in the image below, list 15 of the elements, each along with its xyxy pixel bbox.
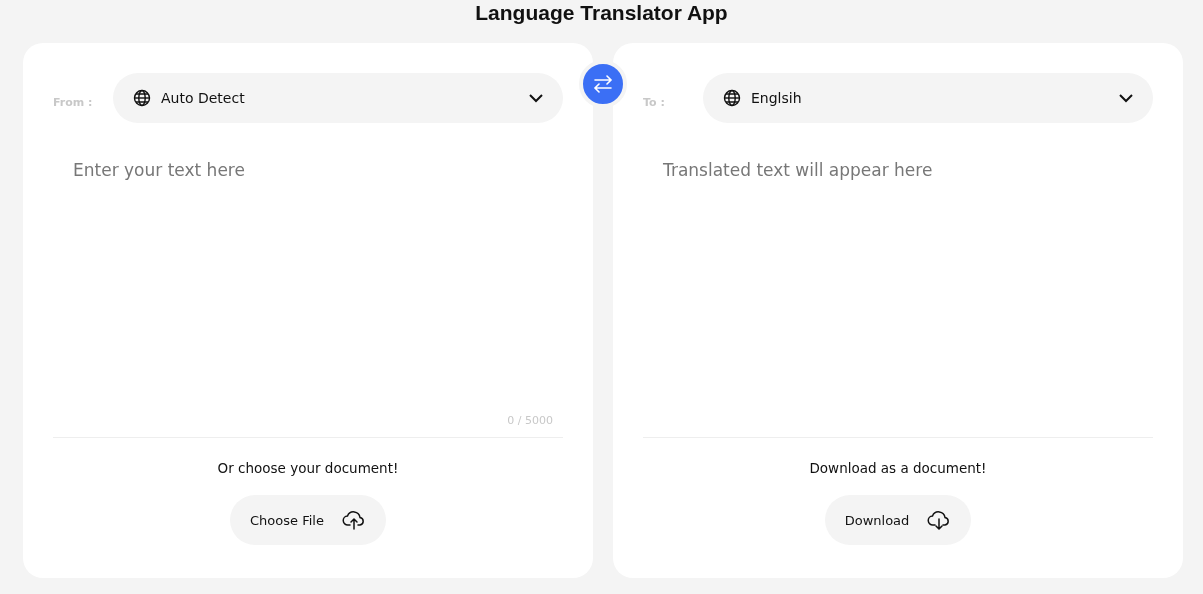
cloud-download-icon	[927, 510, 952, 530]
text-input[interactable]: Enter your text here	[53, 150, 563, 405]
chevron-down-icon	[1119, 93, 1133, 103]
globe-icon	[133, 89, 151, 107]
chevron-down-icon	[529, 93, 543, 103]
swap-arrows-icon	[593, 75, 613, 93]
choose-file-button[interactable]: Choose File	[230, 495, 386, 545]
globe-icon	[723, 89, 741, 107]
document-prompt: Or choose your document!	[217, 460, 399, 476]
download-button[interactable]: Download	[824, 495, 972, 545]
language-select[interactable]: Englsih	[703, 73, 1153, 123]
app-title: Language Translator App	[474, 0, 729, 26]
language-select[interactable]: Auto Detect	[113, 73, 563, 123]
cloud-upload-icon	[341, 510, 366, 530]
document-prompt: Download as a document!	[809, 460, 987, 476]
